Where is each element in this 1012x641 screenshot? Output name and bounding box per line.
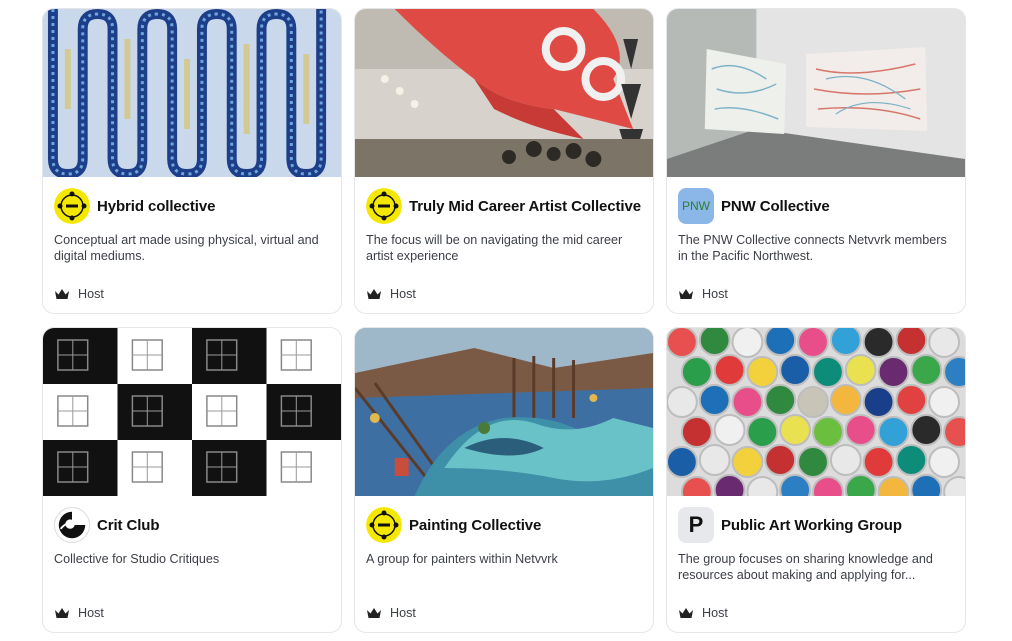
collective-card-painting[interactable]: Painting Collective A group for painters… (354, 327, 654, 633)
crown-icon (55, 289, 69, 299)
crown-icon (367, 608, 381, 618)
cover-image (667, 9, 965, 177)
yellow-emblem-icon (366, 507, 402, 543)
cover-image (667, 328, 965, 496)
collective-card-hybrid[interactable]: Hybrid collective Conceptual art made us… (42, 8, 342, 314)
card-title: Crit Club (97, 516, 160, 534)
pnw-avatar-text: PNW (682, 199, 710, 213)
card-description: Conceptual art made using physical, virt… (54, 233, 319, 263)
public-art-avatar: P (678, 507, 714, 543)
collective-card-pnw[interactable]: PNW PNW Collective The PNW Collective co… (666, 8, 966, 314)
crown-icon (679, 289, 693, 299)
cover-image (355, 9, 653, 177)
cover-image (355, 328, 653, 496)
crown-icon (55, 608, 69, 618)
crown-icon (679, 608, 693, 618)
public-art-avatar-text: P (688, 512, 704, 537)
card-description: The group focuses on sharing knowledge a… (678, 552, 933, 582)
host-label: Host (78, 287, 104, 301)
pnw-avatar: PNW (678, 188, 714, 224)
collectives-grid: Hybrid collective Conceptual art made us… (42, 8, 966, 633)
collective-card-public-art[interactable]: P Public Art Working Group The group foc… (666, 327, 966, 633)
yellow-emblem-icon (366, 188, 402, 224)
yellow-emblem-icon (54, 188, 90, 224)
card-title: PNW Collective (721, 197, 830, 215)
cover-image (43, 328, 341, 496)
card-title: Hybrid collective (97, 197, 216, 215)
host-label: Host (702, 287, 728, 301)
cover-image (43, 9, 341, 177)
crit-club-logo-icon (54, 507, 90, 543)
host-label: Host (390, 287, 416, 301)
card-description: A group for painters within Netvvrk (366, 552, 558, 566)
card-title: Painting Collective (409, 516, 542, 534)
collective-card-crit-club[interactable]: Crit Club Collective for Studio Critique… (42, 327, 342, 633)
card-description: Collective for Studio Critiques (54, 552, 220, 566)
host-label: Host (390, 606, 416, 620)
collective-card-truly-mid-career[interactable]: Truly Mid Career Artist Collective The f… (354, 8, 654, 314)
host-label: Host (78, 606, 104, 620)
crown-icon (367, 289, 381, 299)
card-description: The focus will be on navigating the mid … (366, 233, 623, 263)
card-description: The PNW Collective connects Netvvrk memb… (678, 233, 947, 263)
card-title: Public Art Working Group (721, 516, 902, 534)
card-title: Truly Mid Career Artist Collective (409, 197, 641, 215)
host-label: Host (702, 606, 728, 620)
